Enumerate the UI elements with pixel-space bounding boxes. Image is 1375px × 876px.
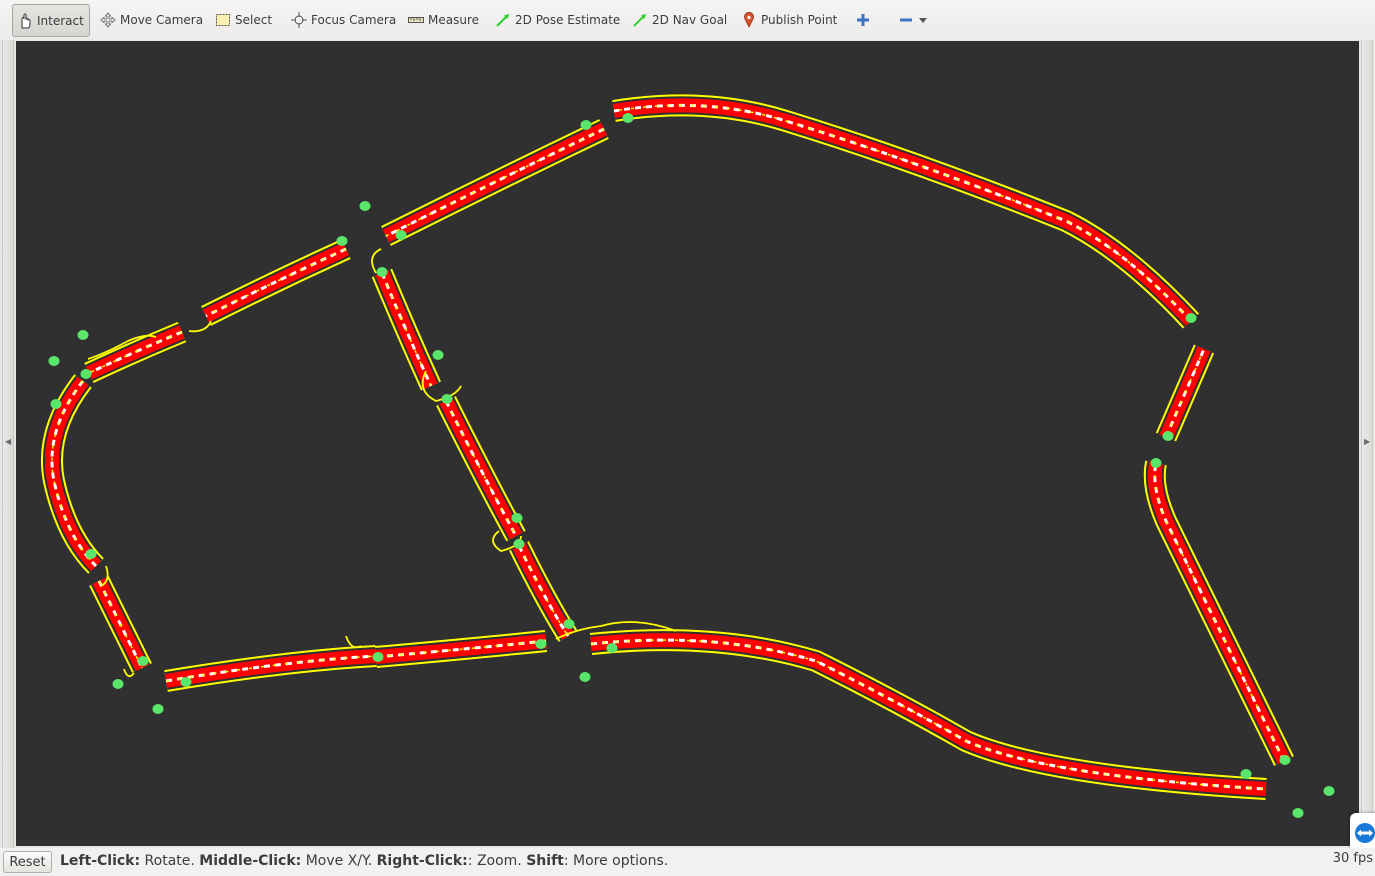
publish-point-tool-button[interactable]: Publish Point xyxy=(741,5,837,35)
hint-text: : More options. xyxy=(563,853,669,869)
measure-tool-button[interactable]: Measure xyxy=(408,5,479,35)
waypoint-marker xyxy=(112,679,124,689)
waypoint-marker xyxy=(511,513,523,523)
road-boundary-outlines xyxy=(87,248,677,678)
waypoint-marker xyxy=(1323,786,1335,796)
reset-button[interactable]: Reset xyxy=(3,851,52,873)
waypoint-marker xyxy=(579,672,591,682)
green-arrow-icon xyxy=(495,12,511,28)
toolbar: Interact Move Camera Select Focus Camera… xyxy=(0,0,1375,41)
mouse-hint-text: Left-Click: Rotate. Middle-Click: Move X… xyxy=(60,853,668,869)
tool-label: Interact xyxy=(37,13,84,28)
waypoint-marker xyxy=(152,704,164,714)
fps-readout: 30 fps xyxy=(1332,851,1373,866)
interact-tool-button[interactable]: Interact xyxy=(12,4,90,37)
hint-key: Left-Click: xyxy=(60,853,141,869)
lane-marking xyxy=(613,103,1193,323)
select-tool-button[interactable]: Select xyxy=(215,5,272,35)
pose-estimate-tool-button[interactable]: 2D Pose Estimate xyxy=(495,5,620,35)
minus-icon xyxy=(898,12,914,28)
waypoint-marker xyxy=(432,350,444,360)
waypoint-marker xyxy=(336,236,348,246)
teamviewer-icon xyxy=(1355,823,1375,843)
hint-text: Move X/Y. xyxy=(301,853,377,869)
hand-pointer-icon xyxy=(17,12,33,29)
move-arrows-icon xyxy=(100,12,116,28)
ruler-icon xyxy=(408,12,424,28)
waypoint-marker xyxy=(137,656,149,666)
tool-label: 2D Nav Goal xyxy=(652,13,728,27)
add-tool-button[interactable] xyxy=(855,5,871,35)
move-camera-tool-button[interactable]: Move Camera xyxy=(100,5,203,35)
tool-label: Focus Camera xyxy=(311,13,397,27)
waypoint-marker xyxy=(395,230,407,240)
lane-marking-yellow xyxy=(613,104,1192,322)
waypoint-marker xyxy=(1292,808,1304,818)
select-rectangle-icon xyxy=(215,12,231,28)
hint-key: Shift xyxy=(526,853,564,869)
waypoint-marker xyxy=(85,549,97,559)
focus-crosshair-icon xyxy=(291,12,307,28)
waypoint-marker xyxy=(372,652,384,662)
waypoint-marker xyxy=(513,539,525,549)
waypoint-marker xyxy=(606,643,618,653)
waypoint-marker xyxy=(1279,755,1291,765)
road-edge xyxy=(612,94,1200,329)
waypoint-marker xyxy=(376,267,388,277)
hint-text: : Zoom. xyxy=(467,853,527,869)
waypoint-marker xyxy=(535,639,547,649)
waypoint-marker xyxy=(180,677,192,687)
tool-label: Measure xyxy=(428,13,479,27)
expand-right-arrow-icon[interactable]: ▶ xyxy=(1364,437,1370,446)
road-gap xyxy=(612,96,1198,328)
waypoint-marker xyxy=(622,113,634,123)
tool-label: Select xyxy=(235,13,273,27)
road-map xyxy=(40,94,1294,800)
waypoint-markers xyxy=(48,113,1335,818)
waypoint-marker xyxy=(580,120,592,130)
waypoint-marker xyxy=(1240,769,1252,779)
waypoint-marker xyxy=(48,356,60,366)
tool-label: Publish Point xyxy=(761,13,838,27)
waypoint-marker xyxy=(441,394,453,404)
road-surface xyxy=(612,98,1197,326)
waypoint-marker xyxy=(77,330,89,340)
waypoint-marker xyxy=(359,201,371,211)
waypoint-marker xyxy=(50,399,62,409)
tool-label: 2D Pose Estimate xyxy=(515,13,621,27)
waypoint-marker xyxy=(563,619,575,629)
map-pin-icon xyxy=(741,12,757,28)
lane-marking-yellow xyxy=(385,128,605,237)
focus-camera-tool-button[interactable]: Focus Camera xyxy=(291,5,396,35)
left-panel-splitter[interactable]: ◀ xyxy=(2,40,14,848)
plus-icon xyxy=(855,12,871,28)
tool-label: Move Camera xyxy=(120,13,204,27)
waypoint-marker xyxy=(1150,458,1162,468)
teamviewer-widget[interactable] xyxy=(1350,813,1375,853)
right-panel-splitter[interactable]: ▶ xyxy=(1361,40,1373,848)
viewport-frame: ◀ ▶ xyxy=(0,40,1375,853)
road-surface xyxy=(590,633,1267,796)
status-bar: Reset Left-Click: Rotate. Middle-Click: … xyxy=(0,848,1375,876)
waypoint-marker xyxy=(1162,431,1174,441)
expand-left-arrow-icon[interactable]: ◀ xyxy=(5,437,11,446)
chevron-down-icon[interactable] xyxy=(918,12,928,28)
hint-key: Middle-Click: xyxy=(199,853,302,869)
3d-render-view[interactable] xyxy=(16,41,1359,846)
hint-key: Right-Click: xyxy=(376,853,468,869)
nav-goal-tool-button[interactable]: 2D Nav Goal xyxy=(632,5,727,35)
waypoint-marker xyxy=(1185,313,1197,323)
green-arrow-icon xyxy=(632,12,648,28)
hint-text: Rotate. xyxy=(140,853,200,869)
waypoint-marker xyxy=(80,369,92,379)
remove-tool-button[interactable] xyxy=(898,5,928,35)
